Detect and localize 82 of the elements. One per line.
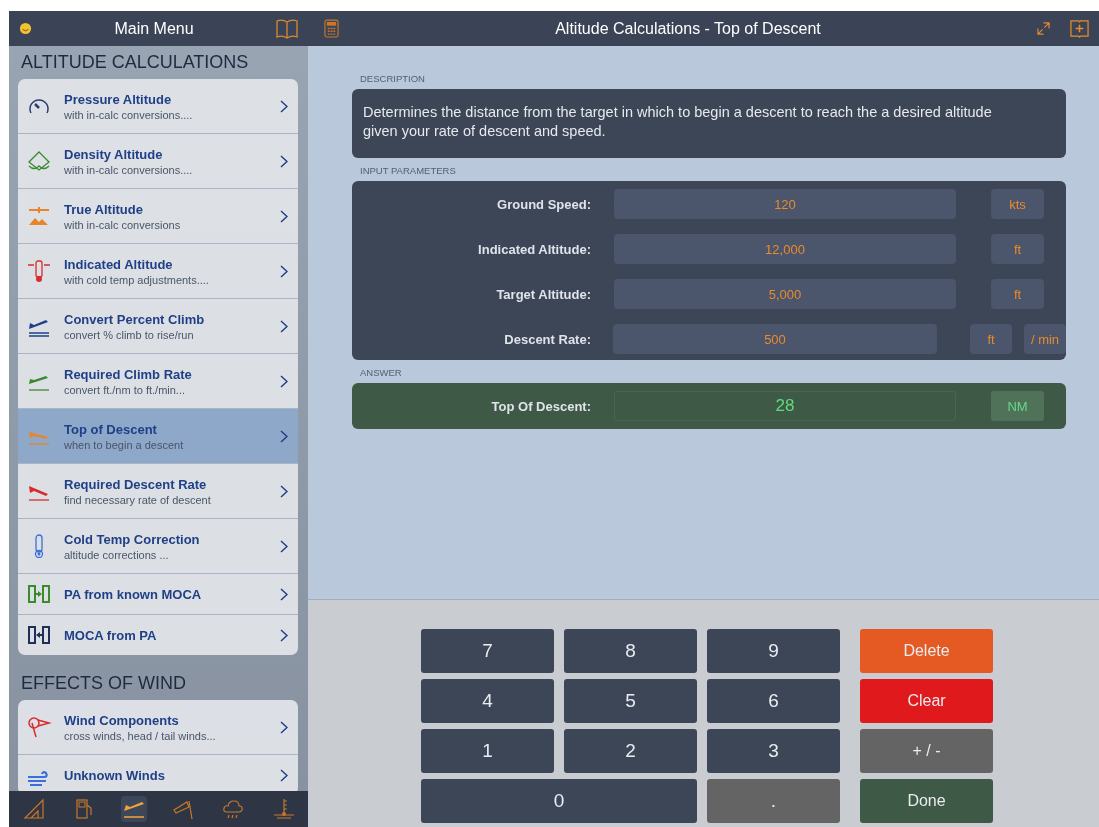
menu-item[interactable]: MOCA from PA — [18, 615, 298, 655]
chevron-icon — [280, 429, 288, 443]
section-label: INPUT PARAMETERS — [359, 164, 457, 178]
menu-item[interactable]: PA from known MOCA — [18, 574, 298, 615]
item-subtitle: cross winds, head / tail winds... — [64, 729, 217, 742]
menu-item[interactable]: Convert Percent Climb convert % climb to rise/run — [18, 299, 298, 354]
menu-item[interactable]: Pressure Altitude with in-calc conversions.... — [18, 79, 298, 134]
menu-item[interactable]: Top of Descent when to begin a descent — [18, 409, 298, 464]
field-label: Descent Rate: — [503, 331, 591, 347]
calculator-icon — [324, 19, 339, 38]
item-subtitle: with in-calc conversions.... — [64, 163, 194, 176]
description-text: Determines the distance from the target in which to begin a descent to reach the a desired altitude given your rate of descent and speed. — [352, 89, 1066, 158]
chevron-icon — [280, 99, 288, 113]
plane-icon[interactable] — [120, 796, 147, 822]
digit-key[interactable]: 2 — [564, 729, 697, 773]
field-label: Ground Speed: — [496, 196, 591, 212]
sidebar-title: Main Menu — [114, 19, 194, 38]
menu-item[interactable]: Indicated Altitude with cold temp adjustments.... — [18, 244, 298, 299]
item-title: Density Altitude — [64, 146, 164, 162]
menu-item[interactable]: Required Descent Rate find necessary rate of descent — [18, 464, 298, 519]
done-button[interactable]: Done — [860, 779, 993, 823]
chevron-icon — [280, 768, 288, 782]
chevron-icon — [280, 209, 288, 223]
expand-icon[interactable] — [1037, 22, 1050, 35]
sign-button[interactable]: + / - — [860, 729, 993, 773]
section-label: ANSWER — [359, 366, 403, 380]
item-title: Pressure Altitude — [64, 91, 173, 107]
section-heading: EFFECTS OF WIND — [20, 672, 187, 695]
book-icon[interactable] — [276, 18, 298, 39]
item-subtitle: convert ft./nm to ft./min... — [64, 383, 187, 396]
digit-key[interactable]: 8 — [564, 629, 697, 673]
chevron-icon — [280, 154, 288, 168]
digit-key[interactable]: 1 — [421, 729, 554, 773]
chevron-icon — [280, 539, 288, 553]
item-title: Top of Descent — [64, 421, 158, 437]
chevron-icon — [280, 587, 288, 601]
add-book-icon[interactable] — [1070, 19, 1089, 38]
menu-item[interactable]: Wind Components cross winds, head / tail winds... — [18, 700, 298, 755]
field-label: Top Of Descent: — [490, 398, 591, 414]
chevron-icon — [280, 628, 288, 642]
digit-key[interactable]: 9 — [707, 629, 840, 673]
item-title: Convert Percent Climb — [64, 311, 206, 327]
menu-item[interactable]: Unknown Winds — [18, 755, 298, 795]
digit-key[interactable]: 7 — [421, 629, 554, 673]
item-title: Required Descent Rate — [64, 476, 208, 492]
item-title: Unknown Winds — [64, 767, 166, 783]
clear-button[interactable]: Clear — [860, 679, 993, 723]
smiley-icon — [19, 22, 32, 35]
digit-key[interactable]: 6 — [707, 679, 840, 723]
answer-field: 28 — [614, 391, 956, 421]
digit-key[interactable]: 0 — [421, 779, 697, 823]
digit-key[interactable]: 3 — [707, 729, 840, 773]
item-subtitle: convert % climb to rise/run — [64, 328, 195, 341]
item-title: Required Climb Rate — [64, 366, 193, 382]
menu-item[interactable]: Density Altitude with in-calc conversions.... — [18, 134, 298, 189]
section-label: DESCRIPTION — [359, 72, 426, 86]
field-label: Target Altitude: — [495, 286, 591, 302]
chevron-icon — [280, 319, 288, 333]
item-subtitle: with in-calc conversions.... — [64, 108, 194, 121]
item-subtitle: with cold temp adjustments.... — [64, 273, 210, 286]
item-title: PA from known MOCA — [64, 586, 203, 602]
section-heading: ALTITUDE CALCULATIONS — [20, 51, 250, 74]
item-subtitle: with in-calc conversions — [64, 218, 182, 231]
field-label: Indicated Altitude: — [477, 241, 591, 257]
item-title: Indicated Altitude — [64, 256, 174, 272]
item-subtitle: find necessary rate of descent — [64, 493, 212, 506]
item-title: Wind Components — [64, 712, 180, 728]
digit-key[interactable]: 5 — [564, 679, 697, 723]
item-subtitle: when to begin a descent — [64, 438, 185, 451]
item-subtitle: altitude corrections ... — [64, 548, 170, 561]
menu-item[interactable]: True Altitude with in-calc conversions — [18, 189, 298, 244]
decimal-key[interactable]: . — [707, 779, 840, 823]
chevron-icon — [280, 720, 288, 734]
item-title: True Altitude — [64, 201, 144, 217]
digit-key[interactable]: 4 — [421, 679, 554, 723]
chevron-icon — [280, 484, 288, 498]
menu-item[interactable]: Cold Temp Correction altitude corrections ... — [18, 519, 298, 574]
window-title: Altitude Calculations - Top of Descent — [555, 19, 821, 38]
item-title: Cold Temp Correction — [64, 531, 201, 547]
item-title: MOCA from PA — [64, 627, 158, 643]
chevron-icon — [280, 264, 288, 278]
chevron-icon — [280, 374, 288, 388]
